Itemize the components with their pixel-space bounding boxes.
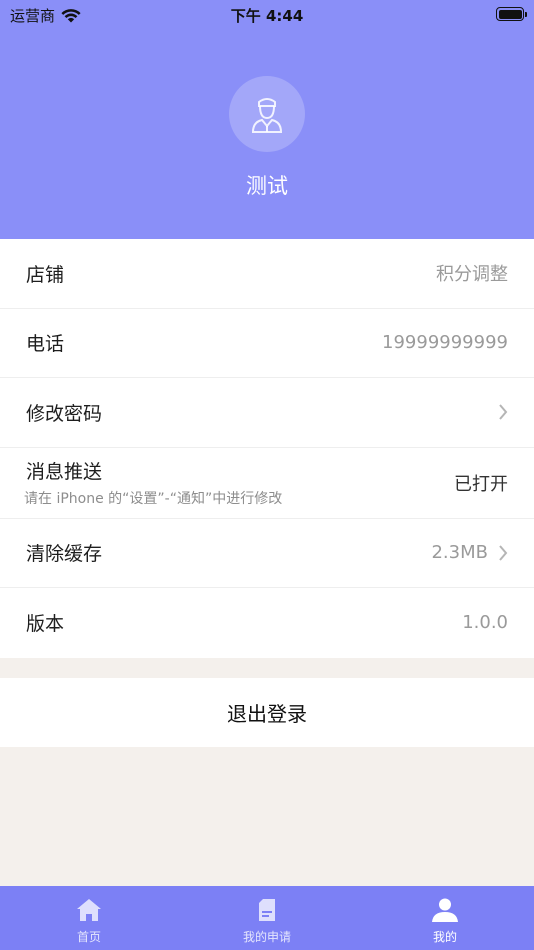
row-phone-label: 电话 [26,333,65,356]
row-clear-cache[interactable]: 清除缓存 2.3MB [0,519,534,588]
chevron-right-icon [499,545,508,561]
row-push-text: 消息推送 请在 iPhone 的“设置”-“通知”中进行修改 [24,457,283,508]
row-password-value [498,404,508,420]
row-password-label: 修改密码 [26,402,103,425]
row-change-password[interactable]: 修改密码 [0,378,534,448]
battery-icon [496,7,527,21]
row-version: 版本 1.0.0 [0,588,534,658]
user-avatar-icon [251,98,283,133]
profile-header: 运营商 下午 4:44 测试 [0,0,534,239]
tab-home-label: 首页 [76,930,101,944]
settings-list: 店铺 积分调整 电话 19999999999 修改密码 消息推送 请在 iPho… [0,239,534,658]
tab-mine[interactable]: 我的 [356,886,534,950]
row-phone[interactable]: 电话 19999999999 [0,309,534,378]
row-shop-value: 积分调整 [436,264,508,286]
tab-bar: 首页 我的申请 我的 [0,886,534,950]
row-push-notification[interactable]: 消息推送 请在 iPhone 的“设置”-“通知”中进行修改 已打开 [0,448,534,519]
tab-my-applications-label: 我的申请 [242,930,291,944]
cache-size: 2.3MB [431,542,488,564]
row-shop-label: 店铺 [26,263,65,286]
row-push-label: 消息推送 [26,461,103,483]
row-version-value: 1.0.0 [462,612,508,634]
status-bar: 运营商 下午 4:44 [0,0,534,28]
row-cache-label: 清除缓存 [26,543,103,566]
home-icon [77,899,101,921]
person-icon [432,898,458,922]
status-time: 下午 4:44 [230,7,304,25]
avatar[interactable] [229,76,305,152]
row-push-value: 已打开 [454,473,508,495]
profile-name: 测试 [246,174,288,198]
chevron-right-icon [499,404,508,420]
row-phone-value: 19999999999 [382,332,508,354]
document-icon [259,899,275,921]
row-version-label: 版本 [26,613,65,636]
row-shop[interactable]: 店铺 积分调整 [0,239,534,309]
tab-home[interactable]: 首页 [0,886,178,950]
row-cache-value: 2.3MB [431,542,508,563]
row-push-hint: 请在 iPhone 的“设置”-“通知”中进行修改 [24,491,283,507]
logout-button[interactable]: 退出登录 [0,678,534,747]
tab-mine-label: 我的 [432,930,457,944]
tab-my-applications[interactable]: 我的申请 [178,886,356,950]
